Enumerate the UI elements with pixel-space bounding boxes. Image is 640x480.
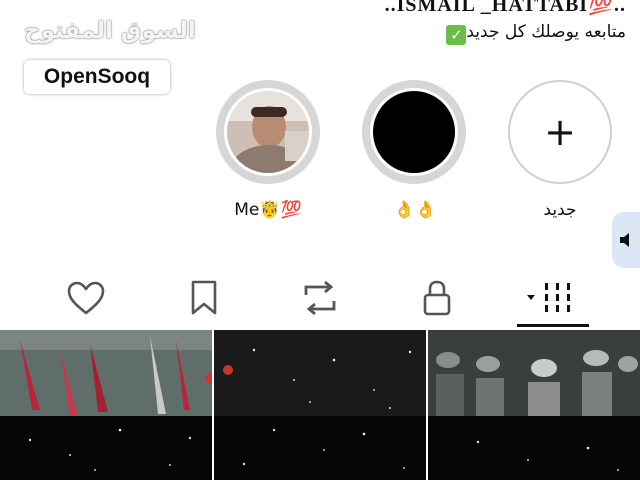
story-me[interactable] [216,80,320,184]
lock-icon [423,280,451,316]
video-thumbnail[interactable] [428,330,640,480]
avatar [227,91,309,173]
profile-name: ..ISMAIL _HATTABI💯.. [384,0,626,16]
check-mark-icon: ✓ [446,25,467,45]
video-thumbnail[interactable] [214,330,426,480]
watermark-arabic: السوق المفتوح [24,18,196,44]
bio-text: متابعه يوصلك كل جديد [466,22,626,42]
tab-private[interactable] [413,274,461,322]
story-label-ok: 👌👌 [393,200,437,220]
profile-tab-bar [0,266,640,326]
tab-reposts[interactable] [296,274,344,322]
grid-icon [527,283,570,312]
story-black-thumbnail [373,91,455,173]
story-ok[interactable] [362,80,466,184]
volume-side-tab[interactable] [612,212,640,268]
watermark-brand: OpenSooq [24,60,170,94]
heart-icon [67,281,105,315]
selected-tab-indicator [517,324,589,327]
plus-icon: + [544,110,576,154]
speaker-icon [620,233,629,247]
tab-grid[interactable] [520,274,584,322]
bookmark-icon [191,280,217,315]
tab-liked[interactable] [62,274,110,322]
video-grid [0,330,640,480]
profile-bio: متابعه يوصلك كل جديد✓ [440,22,626,45]
story-new[interactable]: + [508,80,612,184]
video-thumbnail[interactable] [0,330,212,480]
story-label-new: جديد [543,200,577,220]
repost-icon [304,280,336,316]
story-label-me: Me🤴💯 [234,200,302,220]
tab-saved[interactable] [180,274,228,322]
